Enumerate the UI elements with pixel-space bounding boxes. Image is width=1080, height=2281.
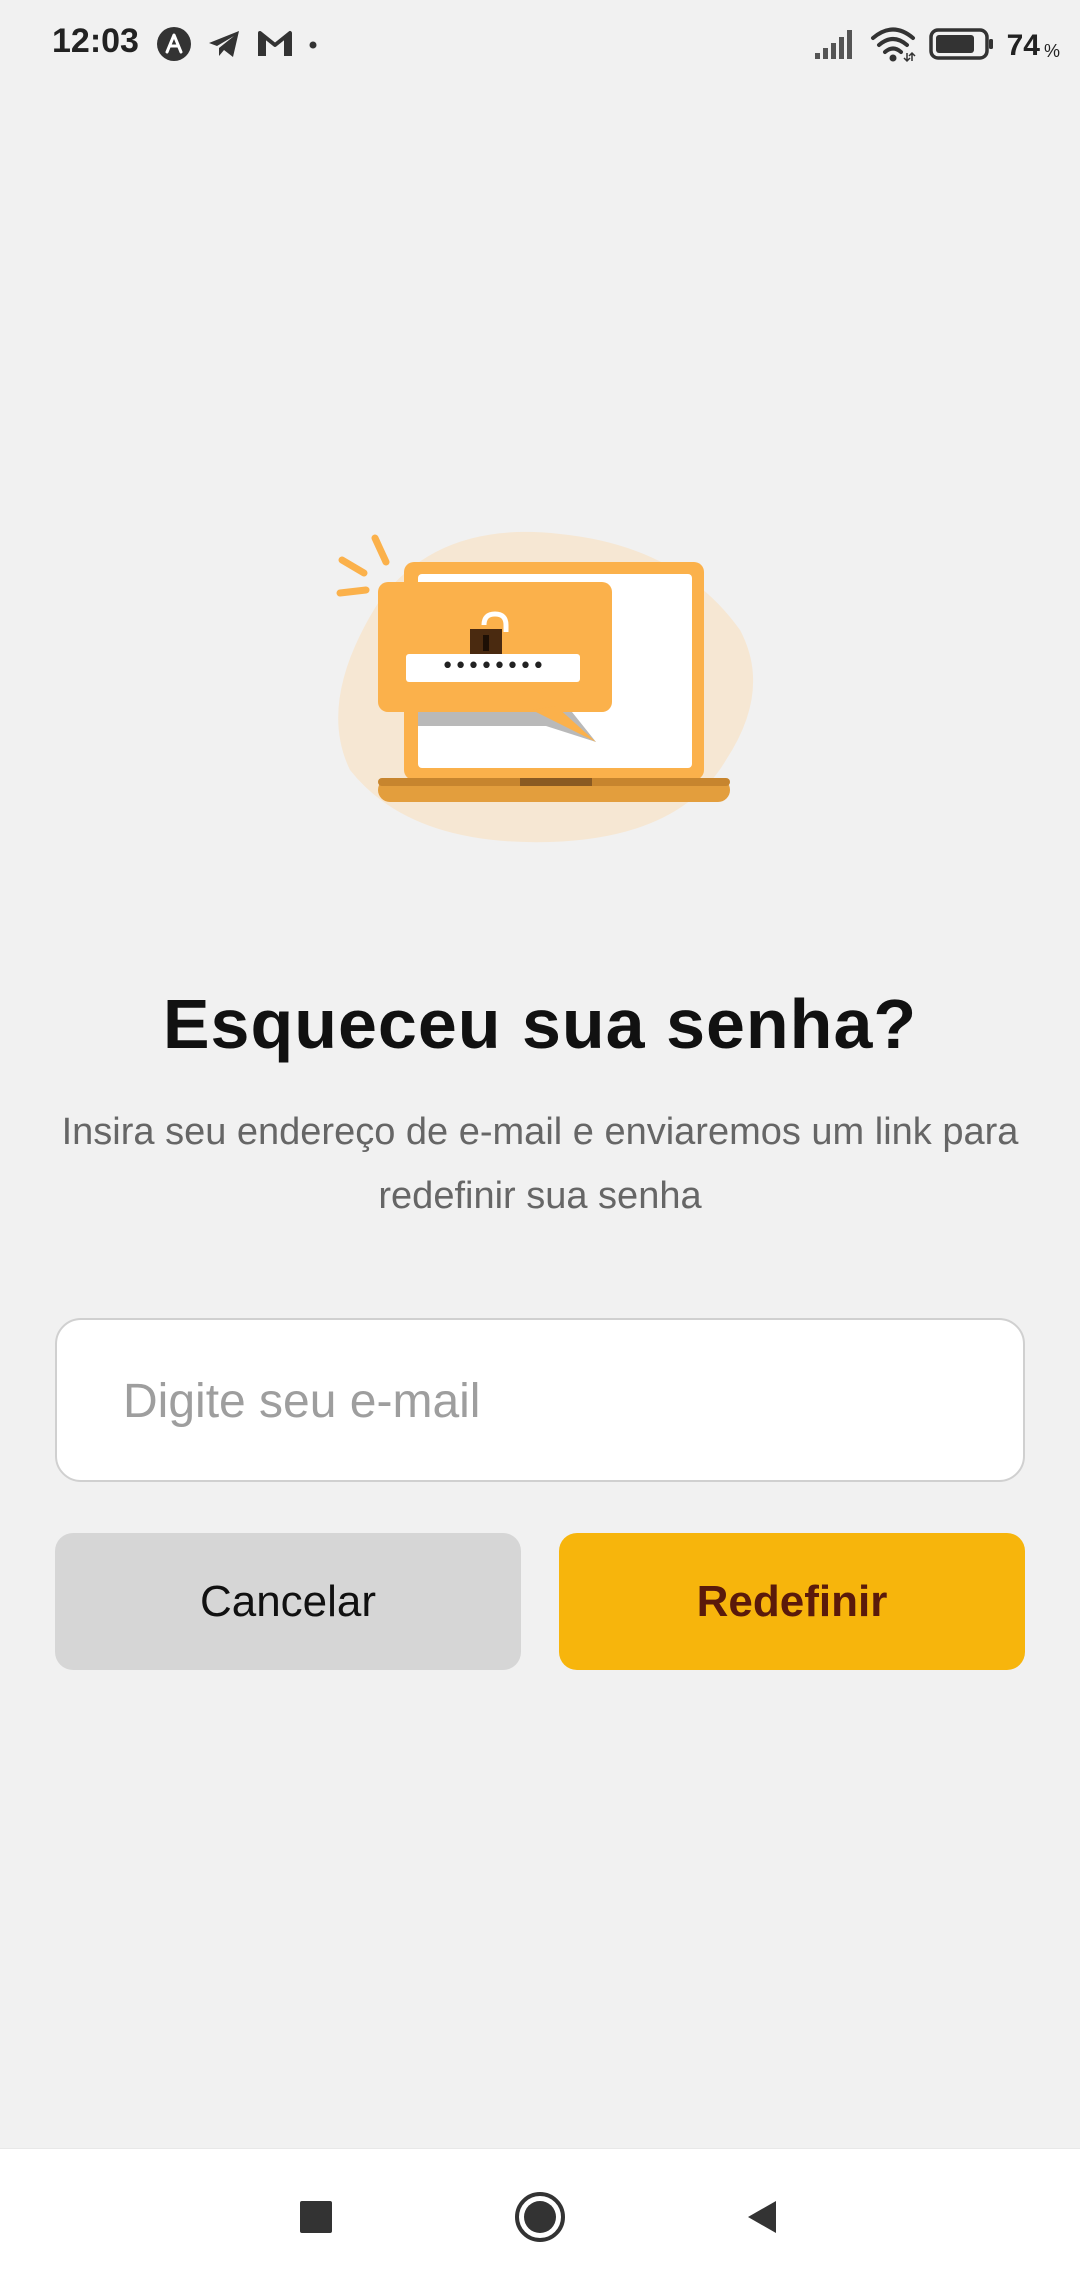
status-system-icons: 74 % (813, 24, 1060, 68)
battery-percent-sign: % (1043, 41, 1060, 61)
password-mask: •••••••• (441, 654, 545, 679)
battery-percent: 74 (1006, 29, 1040, 62)
circle-home-icon (513, 2190, 567, 2249)
back-button[interactable] (722, 2179, 802, 2259)
telegram-icon (206, 26, 242, 67)
status-bar: 12:03 74 % (0, 0, 1080, 92)
home-button[interactable] (500, 2179, 580, 2259)
laptop-unlock-password-illustration: •••••••• (320, 520, 760, 860)
notification-icons (156, 26, 318, 66)
signal-icon (813, 27, 857, 66)
reset-button[interactable]: Redefinir (559, 1533, 1025, 1670)
email-field-container[interactable] (55, 1318, 1025, 1482)
dot-icon (308, 37, 318, 55)
recents-button[interactable] (276, 2179, 356, 2259)
triangle-back-icon (742, 2197, 782, 2242)
email-field[interactable] (121, 1320, 1005, 1482)
battery-icon (928, 27, 995, 66)
page-title: Esqueceu sua senha? (162, 985, 918, 1063)
square-icon (298, 2199, 334, 2240)
app-a-icon (156, 26, 192, 67)
status-time: 12:03 (52, 22, 139, 60)
gmail-icon (256, 27, 294, 66)
cancel-button[interactable]: Cancelar (55, 1533, 521, 1670)
wifi-icon (869, 25, 917, 68)
navigation-bar (0, 2148, 1080, 2281)
page-subtitle: Insira seu endereço de e-mail e enviarem… (61, 1111, 1019, 1217)
